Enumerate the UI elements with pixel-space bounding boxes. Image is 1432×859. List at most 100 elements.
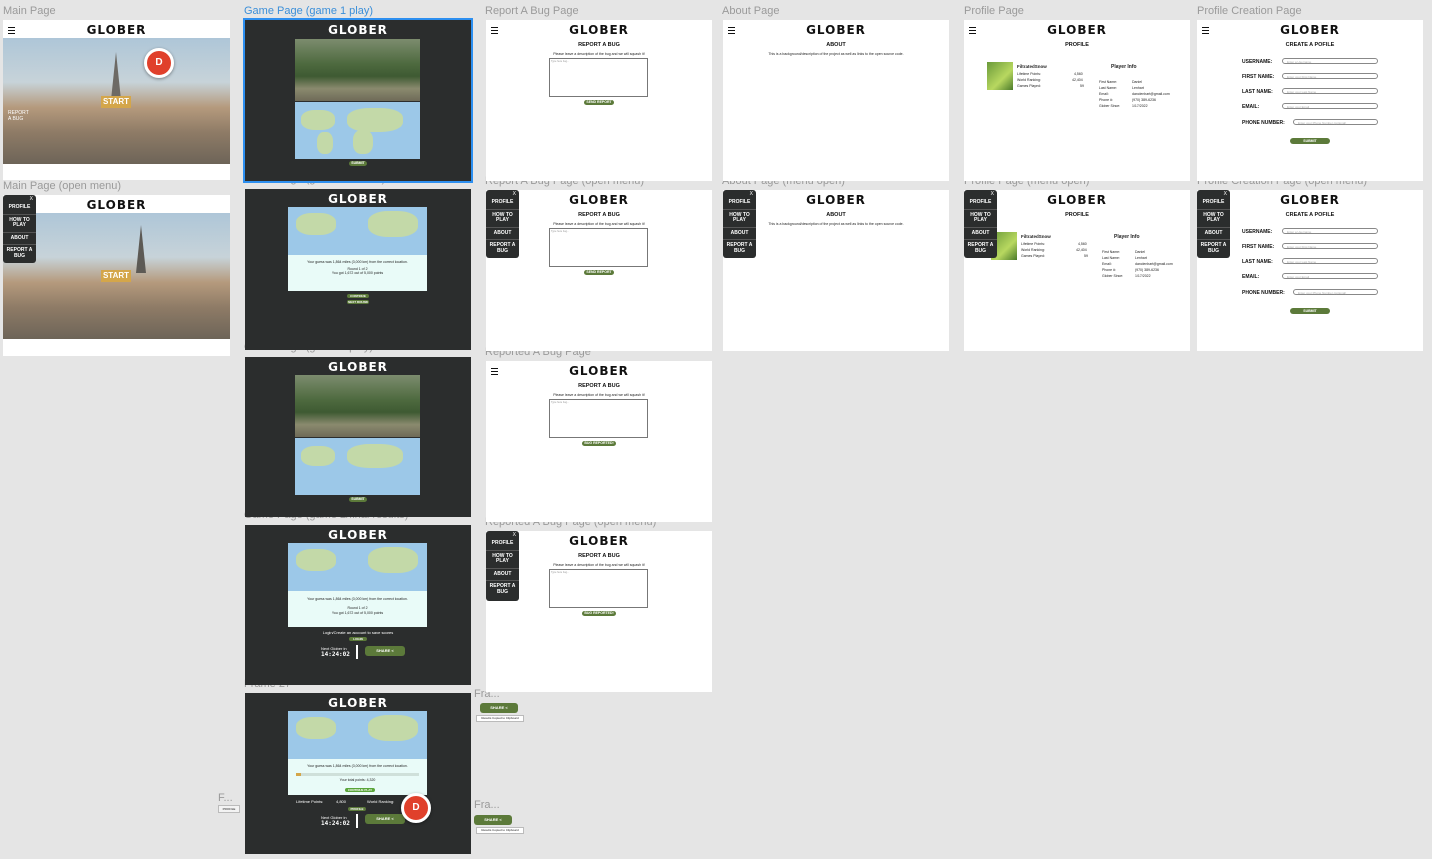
bug-textarea[interactable]: Type here bug... bbox=[549, 399, 648, 438]
bug-textarea[interactable]: Type here bug... bbox=[549, 228, 648, 267]
continue-play-button[interactable]: CONTINUE PLAY bbox=[345, 788, 375, 792]
close-icon[interactable]: X bbox=[964, 190, 997, 197]
lifetime-points-value: 4,800 bbox=[336, 799, 347, 804]
login-button[interactable]: LOGIN bbox=[349, 637, 367, 641]
bug-textarea[interactable]: Type here bug... bbox=[549, 569, 648, 608]
close-icon[interactable]: X bbox=[3, 195, 36, 202]
menu-item-about[interactable]: ABOUT bbox=[486, 228, 519, 240]
frame-game2-final: GLOBER Your guess was 1,864 miles (3,000… bbox=[245, 525, 471, 685]
frame-label-profile[interactable]: Profile Page bbox=[964, 5, 1024, 17]
frame-label-main[interactable]: Main Page bbox=[3, 5, 56, 17]
username-input[interactable]: Enter a Username bbox=[1282, 228, 1378, 234]
menu-item-how-to-play[interactable]: HOW TO PLAY bbox=[486, 551, 519, 569]
frame-label-about[interactable]: About Page bbox=[722, 5, 780, 17]
stat-label: Lifetime Points: bbox=[1021, 242, 1045, 246]
submit-button[interactable]: SUBMIT bbox=[1290, 138, 1330, 144]
email-input[interactable]: Enter your Email bbox=[1282, 273, 1378, 279]
submit-button[interactable]: SUBMIT bbox=[349, 161, 367, 166]
menu-item-about[interactable]: ABOUT bbox=[486, 569, 519, 581]
last-name-input[interactable]: Enter your Last Name bbox=[1282, 88, 1378, 94]
next-round-button[interactable]: NEXT ROUND bbox=[347, 300, 369, 304]
eiffel-tower-shape bbox=[136, 225, 146, 273]
info-label: Email: bbox=[1099, 92, 1109, 96]
page-title: REPORT A BUG bbox=[578, 212, 620, 218]
menu-item-report-bug[interactable]: REPORT A BUG bbox=[723, 240, 756, 257]
menu-item-profile[interactable]: PROFILE bbox=[486, 538, 519, 551]
field-label-email: EMAIL: bbox=[1242, 274, 1260, 280]
last-name-input[interactable]: Enter your Last Name bbox=[1282, 258, 1378, 264]
share-icon: < bbox=[391, 816, 394, 821]
land-shape bbox=[368, 547, 418, 573]
menu-item-about[interactable]: ABOUT bbox=[964, 228, 997, 240]
menu-item-report-bug[interactable]: REPORT A BUG bbox=[964, 240, 997, 257]
menu-item-how-to-play[interactable]: HOW TO PLAY bbox=[486, 210, 519, 228]
first-name-input[interactable]: Enter your First Name bbox=[1282, 243, 1378, 249]
menu-item-profile[interactable]: PROFILE bbox=[486, 197, 519, 210]
submit-button[interactable]: SUBMIT bbox=[1290, 308, 1330, 314]
avatar[interactable]: D bbox=[401, 793, 431, 823]
frame-label-creation[interactable]: Profile Creation Page bbox=[1197, 5, 1302, 17]
close-icon[interactable]: X bbox=[486, 531, 519, 538]
continue-button[interactable]: CONTINUE bbox=[347, 294, 369, 298]
info-value: (970) 389-6236 bbox=[1132, 98, 1156, 102]
guess-map[interactable] bbox=[295, 102, 420, 159]
progress-track bbox=[296, 773, 419, 776]
result-distance-text: Your guess was 1,864 miles (3,000 km) fr… bbox=[307, 260, 408, 264]
share-button-variant[interactable]: SHARE < bbox=[474, 815, 512, 825]
frame-label-f[interactable]: F... bbox=[218, 792, 233, 804]
share-button[interactable]: SHARE < bbox=[365, 646, 405, 656]
menu-item-about[interactable]: ABOUT bbox=[1197, 228, 1230, 240]
menu-item-report-bug[interactable]: REPORT A BUG bbox=[486, 581, 519, 598]
send-report-button[interactable]: SEND REPORT bbox=[584, 270, 614, 275]
menu-item-profile[interactable]: PROFILE bbox=[1197, 197, 1230, 210]
menu-item-report-bug[interactable]: REPORT A BUG bbox=[486, 240, 519, 257]
share-button-variant[interactable]: SHARE < bbox=[480, 703, 518, 713]
phone-input[interactable]: Enter your Phone Number (optional) bbox=[1293, 119, 1378, 125]
menu-item-how-to-play[interactable]: HOW TO PLAY bbox=[1197, 210, 1230, 228]
page-title: REPORT A BUG bbox=[578, 383, 620, 389]
phone-input[interactable]: Enter your Phone Number (optional) bbox=[1293, 289, 1378, 295]
field-label-last-name: LAST NAME: bbox=[1242, 259, 1273, 265]
close-icon[interactable]: X bbox=[723, 190, 756, 197]
send-report-button[interactable]: SEND REPORT bbox=[584, 100, 614, 105]
frame-label-report[interactable]: Report A Bug Page bbox=[485, 5, 579, 17]
start-button[interactable]: START bbox=[101, 96, 131, 108]
username-input[interactable]: Enter a Username bbox=[1282, 58, 1378, 64]
share-button[interactable]: SHARE < bbox=[365, 814, 405, 824]
menu-item-report-bug[interactable]: REPORT A BUG bbox=[3, 245, 36, 262]
logo: GLOBER bbox=[1047, 23, 1107, 37]
first-name-input[interactable]: Enter your First Name bbox=[1282, 73, 1378, 79]
avatar[interactable]: D bbox=[144, 48, 174, 78]
close-icon[interactable]: X bbox=[486, 190, 519, 197]
menu-item-how-to-play[interactable]: HOW TO PLAY bbox=[723, 210, 756, 228]
menu-item-how-to-play[interactable]: HOW TO PLAY bbox=[3, 215, 36, 233]
close-icon[interactable]: X bbox=[1197, 190, 1230, 197]
submit-button[interactable]: SUBMIT bbox=[349, 497, 367, 502]
menu-item-profile[interactable]: PROFILE bbox=[3, 202, 36, 215]
bug-prompt: Please leave a description of the bug an… bbox=[553, 393, 645, 397]
start-button[interactable]: START bbox=[101, 270, 131, 282]
email-input[interactable]: Enter your Email bbox=[1282, 103, 1378, 109]
menu-item-profile[interactable]: PROFILE bbox=[723, 197, 756, 210]
street-view-photo bbox=[295, 39, 420, 101]
menu-item-how-to-play[interactable]: HOW TO PLAY bbox=[964, 210, 997, 228]
frame-label-main-menu[interactable]: Main Page (open menu) bbox=[3, 180, 121, 192]
menu-item-about[interactable]: ABOUT bbox=[3, 233, 36, 245]
menu-item-about[interactable]: ABOUT bbox=[723, 228, 756, 240]
menu-item-report-bug[interactable]: REPORT A BUG bbox=[1197, 240, 1230, 257]
land-shape bbox=[301, 446, 335, 466]
bug-textarea[interactable]: Type here bug... bbox=[549, 58, 648, 97]
frame-label-game1-play[interactable]: Game Page (game 1 play) bbox=[244, 5, 373, 17]
menu-item-profile[interactable]: PROFILE bbox=[964, 197, 997, 210]
info-label: First Name: bbox=[1099, 80, 1118, 84]
frame-main-page: GLOBER START REPORT A BUG D bbox=[3, 20, 230, 180]
page-title: PROFILE bbox=[1065, 42, 1089, 48]
profile-button[interactable]: PROFILE bbox=[348, 807, 366, 811]
side-menu: X PROFILE HOW TO PLAY ABOUT REPORT A BUG bbox=[3, 195, 36, 263]
land-shape bbox=[353, 130, 373, 154]
frame-label-fra2[interactable]: Fra... bbox=[474, 799, 500, 811]
guess-map[interactable] bbox=[295, 438, 420, 495]
bug-reported-button[interactable]: BUG REPORTED! bbox=[582, 441, 616, 446]
bug-reported-button[interactable]: BUG REPORTED! bbox=[582, 611, 616, 616]
profile-chip[interactable]: PROFILE bbox=[218, 805, 240, 813]
